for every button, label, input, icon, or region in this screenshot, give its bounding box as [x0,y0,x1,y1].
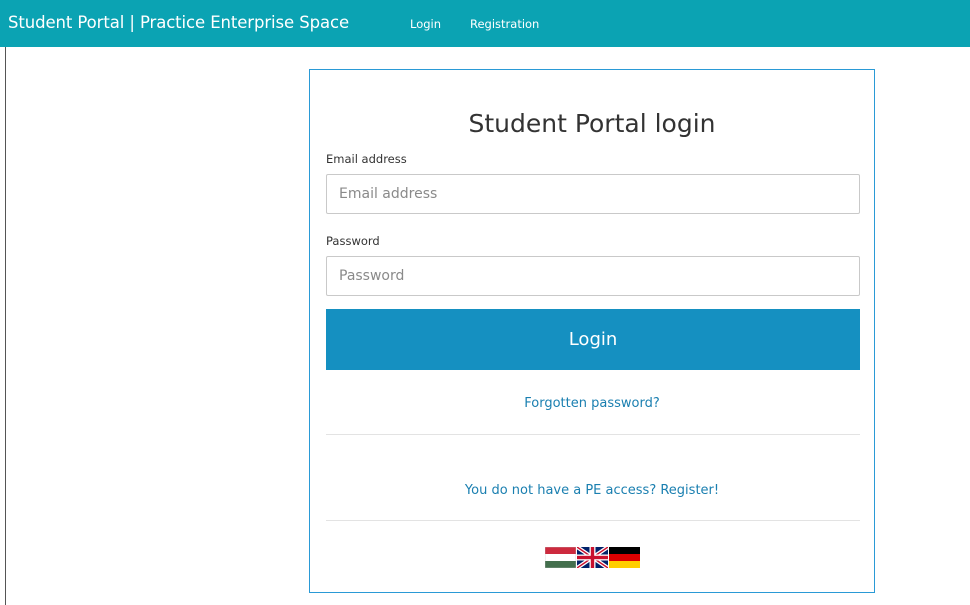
flag-hungary-icon[interactable] [544,547,576,568]
password-label: Password [326,234,380,248]
language-selector [310,547,874,568]
email-label: Email address [326,152,407,166]
nav-login-link[interactable]: Login [410,17,441,31]
nav-registration-link[interactable]: Registration [470,17,539,31]
divider [326,520,860,521]
email-input[interactable] [326,174,860,214]
top-navbar: Student Portal | Practice Enterprise Spa… [0,0,970,47]
login-panel: Student Portal login Email address Passw… [309,69,875,593]
page-left-border [5,47,6,605]
brand-title[interactable]: Student Portal | Practice Enterprise Spa… [8,13,349,32]
forgot-password-link[interactable]: Forgotten password? [310,396,874,411]
register-link[interactable]: You do not have a PE access? Register! [310,483,874,498]
password-input[interactable] [326,256,860,296]
divider [326,434,860,435]
login-button[interactable]: Login [326,309,860,370]
login-title: Student Portal login [468,109,716,138]
flag-uk-icon[interactable] [576,547,608,568]
flag-germany-icon[interactable] [608,547,640,568]
